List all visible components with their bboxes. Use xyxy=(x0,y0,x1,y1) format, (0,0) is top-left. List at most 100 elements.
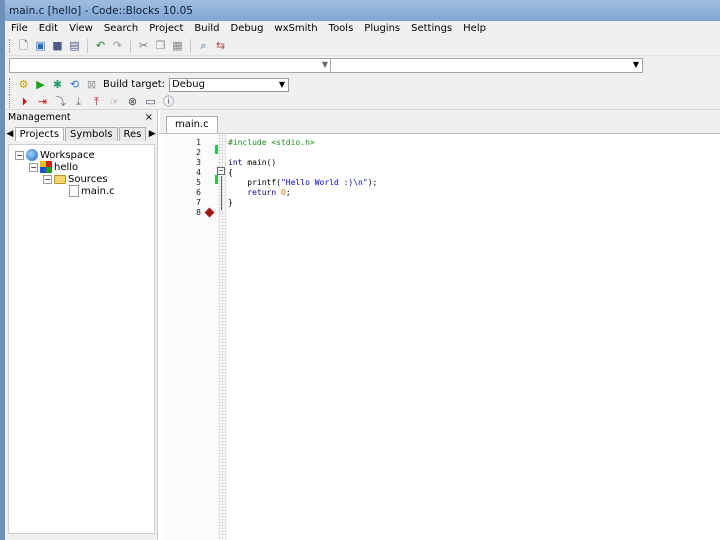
run-to-cursor-icon[interactable]: ⇥ xyxy=(35,94,50,109)
collapse-icon[interactable]: − xyxy=(43,174,52,184)
build-target-select[interactable]: Debug ▼ xyxy=(169,77,290,92)
tree-item-workspace[interactable]: − Workspace xyxy=(15,149,95,161)
line-number: 1 xyxy=(196,138,201,147)
tab-projects[interactable]: Projects xyxy=(14,127,65,141)
tree-item-file[interactable]: main.c xyxy=(69,185,115,197)
menu-project[interactable]: Project xyxy=(149,23,183,34)
toolbar-grip[interactable] xyxy=(9,38,11,53)
tab-resources[interactable]: Res xyxy=(118,127,147,141)
abort-icon[interactable]: ⊠ xyxy=(84,77,99,92)
code-line-1[interactable]: #include <stdio.h> xyxy=(228,138,315,148)
cut-icon[interactable]: ✂ xyxy=(136,38,151,53)
debugger-toolbar: ⏵ ⇥ ⤵ ⤓ ⤒ ☞ ⊗ ▭ ⓘ xyxy=(5,93,720,110)
toolbar-grip[interactable] xyxy=(9,94,11,108)
menu-search[interactable]: Search xyxy=(104,23,138,34)
code-line-5[interactable]: printf("Hello World :)\n"); xyxy=(228,178,377,188)
title-bar: main.c [hello] - Code::Blocks 10.05 xyxy=(5,0,720,21)
step-out-icon[interactable]: ⤒ xyxy=(89,94,104,109)
collapse-icon[interactable]: − xyxy=(29,162,38,172)
find-icon[interactable]: ⌕ xyxy=(196,38,211,53)
chevron-down-icon[interactable]: ▼ xyxy=(322,60,328,69)
management-panel: Management × ◀ Projects Symbols Res ▶ − … xyxy=(5,110,158,540)
save-icon[interactable]: ■ xyxy=(50,38,65,53)
scope-combo[interactable]: ▼ xyxy=(9,58,332,73)
stop-debug-icon[interactable]: ⊗ xyxy=(125,94,140,109)
build-target-label: Build target: xyxy=(103,79,166,90)
editor-tab-main-c[interactable]: main.c xyxy=(166,116,218,133)
open-icon[interactable]: ▣ xyxy=(33,38,48,53)
management-title: Management xyxy=(8,112,71,123)
toolbar-separator xyxy=(190,38,191,53)
code-line-7[interactable]: } xyxy=(228,198,233,208)
menu-wxsmith[interactable]: wxSmith xyxy=(274,23,317,34)
run-icon[interactable]: ▶ xyxy=(33,77,48,92)
tab-symbols[interactable]: Symbols xyxy=(65,127,118,141)
undo-icon[interactable]: ↶ xyxy=(93,38,108,53)
tree-label-project: hello xyxy=(54,161,79,173)
rebuild-icon[interactable]: ⟲ xyxy=(67,77,82,92)
menu-file[interactable]: File xyxy=(11,23,28,34)
menu-build[interactable]: Build xyxy=(194,23,219,34)
code-line-4[interactable]: { xyxy=(228,168,233,178)
menu-view[interactable]: View xyxy=(69,23,93,34)
code-text: printf( xyxy=(228,178,281,187)
collapse-icon[interactable]: − xyxy=(15,150,24,160)
menu-tools[interactable]: Tools xyxy=(329,23,354,34)
codeblocks-window: main.c [hello] - Code::Blocks 10.05 File… xyxy=(0,0,720,540)
function-combo[interactable]: ▼ xyxy=(330,58,643,73)
tab-scroll-right-icon[interactable]: ▶ xyxy=(147,129,157,139)
menu-help[interactable]: Help xyxy=(463,23,486,34)
build-icon[interactable]: ⚙ xyxy=(16,77,31,92)
fold-line xyxy=(221,176,222,210)
code-line-3[interactable]: int main() xyxy=(228,158,276,168)
build-run-icon[interactable]: ✱ xyxy=(50,77,65,92)
info-icon[interactable]: ⓘ xyxy=(161,94,176,109)
new-file-icon[interactable]: 🗋 xyxy=(16,38,31,53)
fold-margin[interactable] xyxy=(218,134,226,540)
line-number: 2 xyxy=(196,148,201,157)
menu-settings[interactable]: Settings xyxy=(411,23,452,34)
menu-plugins[interactable]: Plugins xyxy=(364,23,400,34)
paste-icon[interactable]: ▦ xyxy=(170,38,185,53)
chevron-down-icon[interactable]: ▼ xyxy=(279,79,285,91)
menu-bar: File Edit View Search Project Build Debu… xyxy=(5,21,720,36)
menu-debug[interactable]: Debug xyxy=(231,23,264,34)
tree-item-sources[interactable]: − Sources xyxy=(43,173,108,185)
code-number: 0 xyxy=(276,188,286,197)
tree-label-file: main.c xyxy=(81,185,115,197)
replace-icon[interactable]: ⇆ xyxy=(213,38,228,53)
code-keyword: int xyxy=(228,158,243,167)
tree-label-workspace: Workspace xyxy=(40,149,95,161)
toolbar-grip[interactable] xyxy=(9,77,11,92)
toolbar-separator xyxy=(87,38,88,53)
save-all-icon[interactable]: ▤ xyxy=(67,38,82,53)
line-number: 5 xyxy=(196,178,201,187)
folder-icon xyxy=(54,174,66,184)
tree-item-project[interactable]: − hello xyxy=(29,161,78,173)
redo-icon[interactable]: ↷ xyxy=(110,38,125,53)
breakpoint-icon[interactable] xyxy=(204,207,215,218)
line-number: 6 xyxy=(196,188,201,197)
next-line-icon[interactable]: ⤵ xyxy=(53,94,68,109)
project-icon xyxy=(40,161,52,173)
code-line-6[interactable]: return 0; xyxy=(228,188,290,198)
copy-icon[interactable]: ❐ xyxy=(153,38,168,53)
workspace-icon xyxy=(26,149,38,161)
line-number: 3 xyxy=(196,158,201,167)
tree-label-sources: Sources xyxy=(68,173,108,185)
editor-area: main.c 1 2 3 4 5 6 7 8 − #include <stdio… xyxy=(160,110,720,540)
close-icon[interactable]: × xyxy=(145,110,153,126)
tab-scroll-left-icon[interactable]: ◀ xyxy=(5,129,15,139)
menu-edit[interactable]: Edit xyxy=(39,23,58,34)
chevron-down-icon[interactable]: ▼ xyxy=(633,60,639,69)
step-into-icon[interactable]: ⤓ xyxy=(71,94,86,109)
debug-icon[interactable]: ⏵ xyxy=(17,94,32,109)
code-text: { xyxy=(228,168,233,177)
next-instruction-icon[interactable]: ☞ xyxy=(107,94,122,109)
code-string: "Hello World :)\n" xyxy=(280,178,368,187)
debug-windows-icon[interactable]: ▭ xyxy=(143,94,158,109)
fold-toggle-icon[interactable]: − xyxy=(217,167,225,175)
file-icon xyxy=(69,185,79,197)
management-tabs: ◀ Projects Symbols Res ▶ xyxy=(5,126,157,142)
build-target-value: Debug xyxy=(172,78,205,90)
